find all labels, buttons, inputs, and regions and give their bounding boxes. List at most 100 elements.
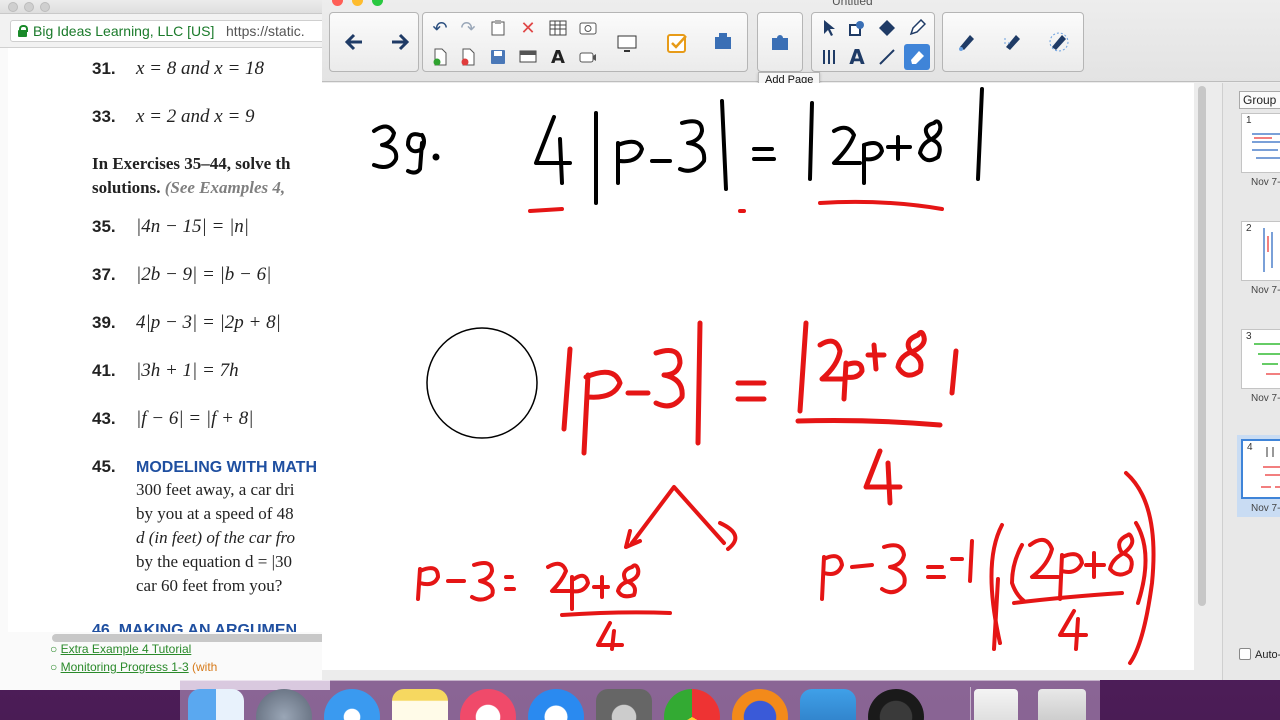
auto-hide-checkbox[interactable] bbox=[1239, 648, 1251, 660]
delete-page-icon[interactable] bbox=[455, 44, 481, 70]
answer-33: 33. x = 2 and x = 9 bbox=[92, 106, 255, 127]
save-icon[interactable] bbox=[485, 44, 511, 70]
page-number: 4 bbox=[1247, 442, 1253, 453]
page-thumbnail[interactable]: 1 bbox=[1241, 113, 1280, 173]
close-window-button[interactable] bbox=[332, 0, 343, 6]
back-arrow-icon[interactable] bbox=[336, 24, 372, 60]
exercise-39: 39. 4|p − 3| = |2p + 8| bbox=[92, 312, 281, 333]
page-date: Nov 7- bbox=[1251, 177, 1280, 188]
exercise-45: 45. MODELING WITH MATH bbox=[92, 457, 318, 476]
navigation-group bbox=[329, 12, 419, 72]
page-thumbnail[interactable]: 2 bbox=[1241, 221, 1280, 281]
tools-group: A bbox=[811, 12, 935, 72]
handwriting-layer bbox=[372, 87, 1156, 665]
lock-icon bbox=[18, 25, 28, 37]
circle-shape bbox=[426, 327, 538, 439]
minimize-window-button[interactable] bbox=[352, 0, 363, 6]
forward-arrow-icon[interactable] bbox=[382, 24, 418, 60]
exercise-45-line: 300 feet away, a car dri bbox=[136, 480, 295, 499]
exercise-45-line: car 60 feet from you? bbox=[136, 576, 283, 595]
divided-equation-ink bbox=[561, 320, 959, 506]
exercise-45-line: by you at a speed of 48 bbox=[136, 504, 294, 523]
site-identity: Big Ideas Learning, LLC [US] bbox=[33, 23, 215, 39]
notebook-toolbar: Untitled ↶ ↷ ✕ A A Add Page bbox=[322, 0, 1280, 88]
trash-icon[interactable] bbox=[1038, 689, 1086, 720]
window-title: Untitled bbox=[832, 0, 873, 8]
firefox-icon[interactable] bbox=[732, 689, 788, 720]
page-sorter: Group 1 1 Nov 7- 2 Nov 7- 3 Nov 7- 4 Nov… bbox=[1222, 83, 1280, 680]
launchpad-icon[interactable] bbox=[256, 689, 312, 720]
line-icon[interactable] bbox=[874, 44, 900, 70]
page-date: Nov 7- bbox=[1251, 285, 1280, 296]
itunes-icon[interactable] bbox=[460, 689, 516, 720]
resource-links: ○ Extra Example 4 Tutorial ○ Monitoring … bbox=[50, 642, 218, 674]
add-ons-icon[interactable] bbox=[705, 25, 741, 61]
quicktime-icon[interactable] bbox=[868, 689, 924, 720]
link-monitoring-progress[interactable]: Monitoring Progress 1-3 bbox=[61, 660, 189, 674]
text-size-icon[interactable]: A bbox=[545, 44, 571, 70]
page-number: 1 bbox=[1246, 115, 1252, 126]
exercise-46-heading: 46. MAKING AN ARGUMEN bbox=[92, 622, 298, 632]
safari-icon[interactable] bbox=[324, 689, 380, 720]
page-thumbnail[interactable]: 3 bbox=[1241, 329, 1280, 389]
magic-pen-icon[interactable] bbox=[995, 24, 1031, 60]
browser-window: Big Ideas Learning, LLC [US] https://sta… bbox=[0, 0, 330, 690]
measure-icon[interactable] bbox=[816, 44, 842, 70]
textbook-page: 31. x = 8 and x = 18 33. x = 2 and x = 9 I… bbox=[8, 48, 330, 632]
extensions-group bbox=[757, 12, 803, 72]
link-extra-example[interactable]: Extra Example 4 Tutorial bbox=[61, 642, 192, 656]
pen-tools-group bbox=[942, 12, 1084, 72]
notes-icon[interactable] bbox=[392, 689, 448, 720]
chrome-icon[interactable] bbox=[664, 689, 720, 720]
highlighter-icon[interactable] bbox=[949, 24, 985, 60]
close-window-button[interactable] bbox=[8, 2, 18, 12]
exercise-instructions: In Exercises 35–44, solve th solutions. … bbox=[92, 154, 291, 197]
vertical-scrollbar[interactable] bbox=[1198, 86, 1206, 606]
case-two-ink bbox=[820, 471, 1156, 665]
app-store-icon[interactable] bbox=[528, 689, 584, 720]
table-icon[interactable] bbox=[545, 15, 571, 41]
creative-pen-icon[interactable] bbox=[1041, 24, 1077, 60]
problem-number-ink bbox=[372, 124, 440, 175]
exercise-45-line: by the equation d = |30 bbox=[136, 552, 293, 571]
redo-icon[interactable]: ↷ bbox=[455, 15, 481, 41]
link-suffix: (with bbox=[192, 660, 218, 674]
delete-icon[interactable]: ✕ bbox=[515, 15, 541, 41]
address-bar[interactable]: Big Ideas Learning, LLC [US] https://sta… bbox=[10, 20, 328, 42]
branch-arrows-ink bbox=[624, 485, 738, 551]
pen-icon[interactable] bbox=[904, 15, 930, 41]
dock-separator bbox=[970, 687, 971, 720]
select-icon[interactable] bbox=[816, 15, 842, 41]
case-one-ink bbox=[416, 561, 672, 651]
screenshot-icon[interactable] bbox=[575, 15, 601, 41]
whiteboard-canvas[interactable] bbox=[322, 83, 1194, 670]
screen-shade-icon[interactable] bbox=[515, 44, 541, 70]
group-selector[interactable]: Group 1 bbox=[1239, 91, 1280, 109]
zoom-window-button[interactable] bbox=[40, 2, 50, 12]
eraser-icon[interactable] bbox=[904, 44, 930, 70]
address-bar-area: Big Ideas Learning, LLC [US] https://sta… bbox=[0, 14, 330, 48]
response-icon[interactable] bbox=[659, 25, 695, 61]
page-thumbnail-selected[interactable]: 4 bbox=[1241, 439, 1280, 499]
puzzle-icon[interactable] bbox=[762, 24, 798, 60]
exercise-43: 43. |f − 6| = |f + 8| bbox=[92, 408, 254, 429]
exercise-41: 41. |3h + 1| = 7h bbox=[92, 360, 239, 381]
smart-notebook-icon[interactable] bbox=[800, 689, 856, 720]
system-preferences-icon[interactable] bbox=[596, 689, 652, 720]
exercise-35: 35. |4n − 15| = |n| bbox=[92, 216, 250, 237]
camera-icon[interactable] bbox=[575, 44, 601, 70]
paste-icon[interactable] bbox=[485, 15, 511, 41]
url-text: https://static. bbox=[226, 23, 305, 39]
shapes-icon[interactable] bbox=[844, 15, 870, 41]
fill-icon[interactable] bbox=[874, 15, 900, 41]
undo-icon[interactable]: ↶ bbox=[427, 15, 453, 41]
display-icon[interactable] bbox=[609, 25, 645, 61]
finder-icon[interactable] bbox=[188, 689, 244, 720]
auto-hide-toggle[interactable]: Auto- bbox=[1239, 648, 1280, 661]
dock bbox=[180, 680, 1100, 720]
minimize-window-button[interactable] bbox=[24, 2, 34, 12]
add-page-icon[interactable] bbox=[427, 44, 453, 70]
zoom-window-button[interactable] bbox=[372, 0, 383, 6]
text-icon[interactable]: A bbox=[844, 44, 870, 70]
documents-icon[interactable] bbox=[974, 689, 1018, 720]
